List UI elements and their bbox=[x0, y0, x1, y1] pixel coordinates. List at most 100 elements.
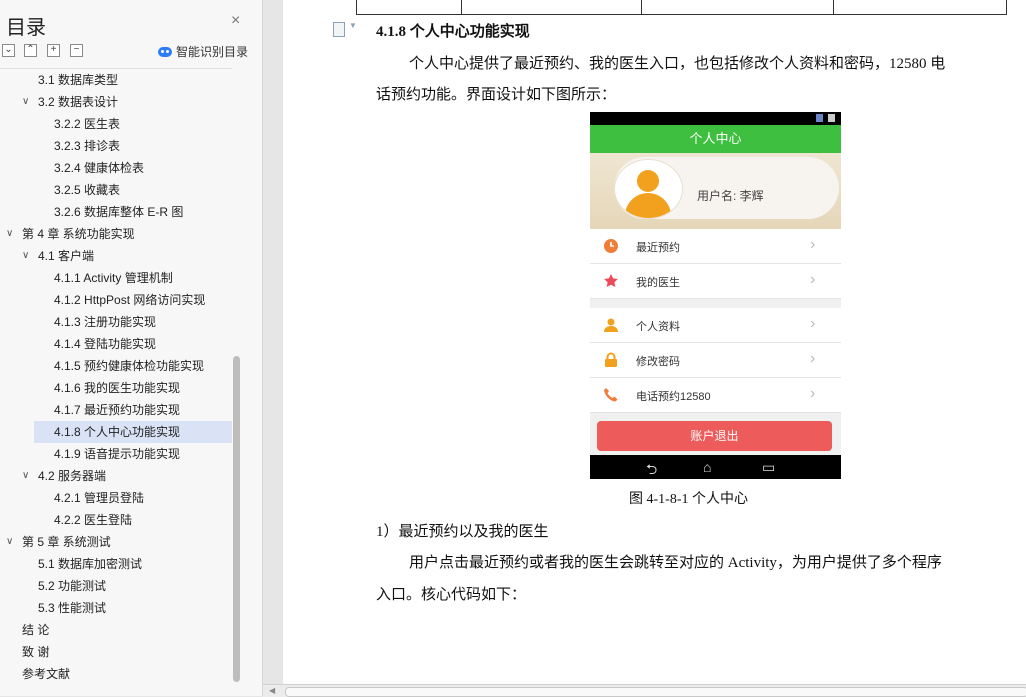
toc-item-label: 第 5 章 系统测试 bbox=[22, 535, 111, 549]
toc-item[interactable]: 3.2.5 收藏表 bbox=[0, 179, 232, 201]
clock-icon bbox=[604, 239, 618, 253]
phone-title: 个人中心 bbox=[590, 125, 841, 153]
toc-item-label: 5.1 数据库加密测试 bbox=[38, 557, 143, 571]
profile-card: 用户名: 李辉 bbox=[614, 157, 839, 219]
avatar bbox=[614, 159, 683, 219]
sidebar-title: 目录 bbox=[6, 17, 46, 39]
toc-item-label: 4.1.3 注册功能实现 bbox=[54, 315, 157, 329]
sidebar-scrollbar[interactable] bbox=[233, 356, 240, 682]
menu-item-recent: 最近预约 › bbox=[590, 229, 841, 264]
toc-item[interactable]: 4.2.1 管理员登陆 bbox=[0, 487, 232, 509]
toc-item-label: 4.1.4 登陆功能实现 bbox=[54, 337, 157, 351]
chevron-down-icon[interactable]: ▼ bbox=[349, 21, 357, 30]
toc-item[interactable]: 4.1.6 我的医生功能实现 bbox=[0, 377, 232, 399]
phone-profile-banner: 用户名: 李辉 bbox=[590, 153, 841, 229]
toc-item[interactable]: 3.2.6 数据库整体 E-R 图 bbox=[0, 201, 232, 223]
toc-item[interactable]: ∨ 4.1 客户端 bbox=[0, 245, 232, 267]
toc-item-label: 3.2 数据表设计 bbox=[38, 95, 119, 109]
toc-item[interactable]: 4.1.7 最近预约功能实现 bbox=[0, 399, 232, 421]
menu-item-password: 修改密码 › bbox=[590, 343, 841, 378]
toc-item-label: 4.1.9 语音提示功能实现 bbox=[54, 447, 181, 461]
toc-item[interactable]: 5.3 性能测试 bbox=[0, 597, 232, 619]
phone-status-bar bbox=[590, 112, 841, 125]
menu-item-profile: 个人资料 › bbox=[590, 308, 841, 343]
toc-item[interactable]: ∨ 第 5 章 系统测试 bbox=[0, 531, 232, 553]
toc-item[interactable]: 5.1 数据库加密测试 bbox=[0, 553, 232, 575]
logout-button: 账户退出 bbox=[597, 421, 832, 451]
table-divider bbox=[641, 0, 642, 14]
toc-item[interactable]: 4.1.5 预约健康体检功能实现 bbox=[0, 355, 232, 377]
toc-item[interactable]: 致 谢 bbox=[0, 641, 232, 663]
toc-item-label: 4.2.1 管理员登陆 bbox=[54, 491, 145, 505]
toc-item[interactable]: 3.1 数据库类型 bbox=[0, 69, 232, 91]
horizontal-scrollbar[interactable]: ◀ bbox=[263, 684, 1026, 697]
toc-item-label: 3.2.4 健康体检表 bbox=[54, 161, 145, 175]
toc-item-label: 致 谢 bbox=[22, 645, 50, 659]
recent-apps-icon: ▭ bbox=[762, 459, 776, 475]
toc-item[interactable]: 5.2 功能测试 bbox=[0, 575, 232, 597]
toc-item-label: 4.1.7 最近预约功能实现 bbox=[54, 403, 181, 417]
ai-toc-button[interactable]: 智能识别目录 bbox=[158, 43, 248, 60]
toc-item[interactable]: 4.1.3 注册功能实现 bbox=[0, 311, 232, 333]
avatar-head bbox=[637, 170, 659, 192]
chevron-down-icon[interactable]: ∨ bbox=[22, 465, 29, 487]
ai-robot-icon bbox=[158, 46, 172, 57]
expand-icon[interactable]: ⌃ bbox=[24, 44, 37, 57]
toc-item[interactable]: 3.2.2 医生表 bbox=[0, 113, 232, 135]
toc-item-label: 5.3 性能测试 bbox=[38, 601, 107, 615]
add-icon[interactable]: + bbox=[47, 44, 60, 57]
toc-list: 3.1 数据库类型 ∨ 3.2 数据表设计 3.2.2 医生表 3.2.3 排诊表 3.2… bbox=[0, 68, 232, 687]
toc-item-label: 结 论 bbox=[22, 623, 50, 637]
table-divider bbox=[461, 0, 462, 14]
toc-item-label: 3.2.6 数据库整体 E-R 图 bbox=[54, 205, 184, 219]
toc-item-label: 3.2.5 收藏表 bbox=[54, 183, 121, 197]
star-icon bbox=[604, 274, 618, 287]
toc-item[interactable]: 4.1.4 登陆功能实现 bbox=[0, 333, 232, 355]
toc-item[interactable]: 参考文献 bbox=[0, 663, 232, 685]
username-label: 用户名: 李辉 bbox=[697, 189, 764, 203]
toc-item-label: 3.1 数据库类型 bbox=[38, 73, 119, 87]
toc-item-label: 3.2.2 医生表 bbox=[54, 117, 121, 131]
close-icon[interactable]: × bbox=[231, 13, 240, 29]
toc-item[interactable]: 4.2.2 医生登陆 bbox=[0, 509, 232, 531]
chevron-right-icon: › bbox=[810, 385, 816, 402]
person-icon bbox=[604, 318, 618, 332]
toc-item-label: 4.1.1 Activity 管理机制 bbox=[54, 271, 173, 285]
chevron-down-icon[interactable]: ∨ bbox=[22, 245, 29, 267]
toc-item[interactable]: 4.1.1 Activity 管理机制 bbox=[0, 267, 232, 289]
remove-icon[interactable]: − bbox=[70, 44, 83, 57]
toc-item[interactable]: ∨ 4.2 服务器端 bbox=[0, 465, 232, 487]
menu-item-my-doctor: 我的医生 › bbox=[590, 264, 841, 299]
toc-item-label: 4.1.2 HttpPost 网络访问实现 bbox=[54, 293, 206, 307]
toc-item[interactable]: 4.1.9 语音提示功能实现 bbox=[0, 443, 232, 465]
toc-item[interactable]: ∨ 3.2 数据表设计 bbox=[0, 91, 232, 113]
figure-phone-screenshot: 个人中心 用户名: 李辉 最近预约 › 我的医生 › 个人资料 › 修改密码 ›… bbox=[590, 112, 841, 479]
paragraph-line: 入口。核心代码如下： bbox=[376, 587, 527, 603]
subheading: 1）最近预约以及我的医生 bbox=[376, 524, 549, 540]
toc-item[interactable]: 3.2.4 健康体检表 bbox=[0, 157, 232, 179]
toc-item[interactable]: 结 论 bbox=[0, 619, 232, 641]
collapse-all-icon[interactable]: ⌄ bbox=[2, 44, 15, 57]
chevron-down-icon[interactable]: ∨ bbox=[6, 531, 13, 553]
toc-item[interactable]: 4.1.2 HttpPost 网络访问实现 bbox=[0, 289, 232, 311]
toc-sidebar: 目录 × ⌄ ⌃ + − 智能识别目录 3.1 数据库类型 ∨ 3.2 数据表设计 3… bbox=[0, 0, 263, 696]
toc-item[interactable]: 3.2.3 排诊表 bbox=[0, 135, 232, 157]
page-options-icon[interactable] bbox=[333, 22, 345, 37]
home-icon: ⌂ bbox=[703, 459, 712, 475]
menu-label: 我的医生 bbox=[636, 277, 680, 289]
toc-item[interactable]: 4.1.8 个人中心功能实现 bbox=[34, 421, 232, 443]
scroll-left-icon[interactable]: ◀ bbox=[269, 686, 275, 695]
toc-item-label: 4.1.6 我的医生功能实现 bbox=[54, 381, 181, 395]
toc-item-label: 4.1 客户端 bbox=[38, 249, 95, 263]
document-area: ▼ 4.1.8 个人中心功能实现 个人中心提供了最近预约、我的医生入口，也包括修… bbox=[263, 0, 1026, 684]
table-divider bbox=[833, 0, 834, 14]
figure-caption: 图 4-1-8-1 个人中心 bbox=[629, 492, 748, 507]
chevron-down-icon[interactable]: ∨ bbox=[6, 223, 13, 245]
toc-item-label: 3.2.3 排诊表 bbox=[54, 139, 121, 153]
signal-icon bbox=[816, 114, 823, 122]
toc-item[interactable]: ∨ 第 4 章 系统功能实现 bbox=[0, 223, 232, 245]
chevron-right-icon: › bbox=[810, 271, 816, 288]
chevron-down-icon[interactable]: ∨ bbox=[22, 91, 29, 113]
menu-label: 电话预约12580 bbox=[636, 391, 711, 403]
chevron-right-icon: › bbox=[810, 236, 816, 253]
